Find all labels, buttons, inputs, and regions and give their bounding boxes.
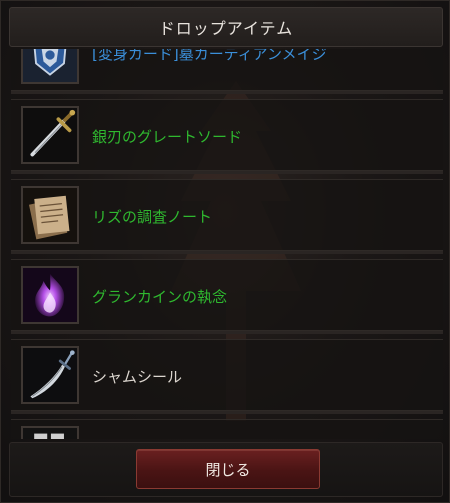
transformation-card-icon: [21, 49, 79, 84]
item-row[interactable]: [11, 419, 443, 439]
close-button[interactable]: 閉じる: [136, 449, 320, 489]
purple-flame-icon: [21, 266, 79, 324]
drop-item-dialog: ドロップアイテム [変身カード]墓カーディアンメイジ 銀刃のグレートソード リズ…: [0, 0, 450, 503]
item-row[interactable]: リズの調査ノート: [11, 179, 443, 254]
notes-icon: [21, 186, 79, 244]
item-row[interactable]: グランカインの執念: [11, 259, 443, 334]
dialog-footer: 閉じる: [9, 442, 443, 497]
item-row[interactable]: [変身カード]墓カーディアンメイジ: [11, 49, 443, 94]
item-name: リズの調査ノート: [92, 208, 213, 226]
item-name: 銀刃のグレートソード: [92, 128, 243, 146]
partial-item-icon: [21, 426, 79, 439]
item-name: グランカインの執念: [92, 288, 228, 306]
dialog-header: ドロップアイテム: [9, 7, 443, 47]
shamshir-icon: [21, 346, 79, 404]
dialog-title: ドロップアイテム: [158, 19, 294, 38]
item-row[interactable]: 銀刃のグレートソード: [11, 99, 443, 174]
drop-item-list[interactable]: [変身カード]墓カーディアンメイジ 銀刃のグレートソード リズの調査ノート グラ…: [11, 49, 446, 439]
item-row[interactable]: シャムシール: [11, 339, 443, 414]
item-name: [変身カード]墓カーディアンメイジ: [92, 49, 327, 63]
item-name: シャムシール: [92, 368, 183, 386]
greatsword-icon: [21, 106, 79, 164]
